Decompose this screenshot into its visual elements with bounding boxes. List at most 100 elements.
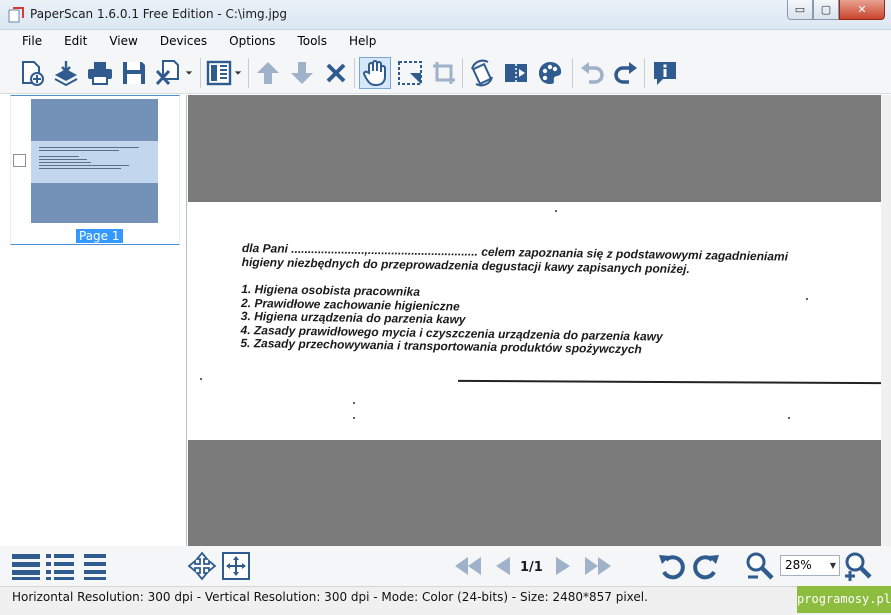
document-viewer[interactable]: dla Pani ......................,........… [188,95,881,546]
page-thumbnail[interactable] [31,99,158,223]
menu-tools[interactable]: Tools [286,30,338,52]
thumbnail-text-line [39,165,129,166]
close-button[interactable]: ✕ [839,0,885,20]
import-icon [54,61,78,87]
minimize-button[interactable]: ▭ [787,0,813,20]
last-page-button[interactable] [582,550,614,582]
close-document-button[interactable] [152,57,184,89]
toolbar [0,52,891,94]
rotate-icon [471,59,493,87]
window-title: PaperScan 1.6.0.1 Free Edition - C:\img.… [30,7,288,21]
list-icon [12,554,40,580]
selection-icon [398,61,422,85]
info-button[interactable] [649,57,681,89]
print-icon [88,62,112,85]
thumbnail-panel: Page 1 [0,95,187,546]
chevron-down-icon [185,71,193,75]
close-document-dropdown[interactable] [182,57,196,89]
menu-devices[interactable]: Devices [149,30,218,52]
zoom-value: 28% [785,558,812,572]
menu-help[interactable]: Help [338,30,387,52]
delete-button[interactable] [320,57,352,89]
vertical-scrollbar[interactable] [881,95,891,546]
import-button[interactable] [50,57,82,89]
maximize-button[interactable]: ▢ [813,0,839,20]
toolbar-separator [462,58,463,88]
scan-speck [806,298,808,300]
rotate-left-icon [659,555,685,580]
new-document-button[interactable] [16,57,48,89]
filter-button[interactable] [500,57,532,89]
fit-page-icon [222,552,250,580]
scan-speck [353,417,355,419]
menu-bar: File Edit View Devices Options Tools Hel… [0,30,891,52]
rotate-right-icon [693,555,719,580]
move-down-button[interactable] [286,57,318,89]
previous-page-icon [496,557,510,575]
first-page-icon [455,557,481,575]
filter-icon [505,64,527,82]
thumbnail-label: Page 1 [76,229,123,243]
previous-page-button[interactable] [486,550,518,582]
hand-tool-button[interactable] [359,57,391,89]
selection-button[interactable] [394,57,426,89]
hand-tool-icon [363,60,386,86]
status-bar: Horizontal Resolution: 300 dpi - Vertica… [0,586,891,615]
delete-icon [326,63,346,83]
zoom-in-button[interactable] [842,550,874,582]
move-up-button[interactable] [252,57,284,89]
thumbnail-checkbox[interactable] [13,154,26,167]
toolbar-separator [354,58,355,88]
zoom-out-button[interactable] [744,550,776,582]
move-down-icon [291,62,313,84]
menu-view[interactable]: View [98,30,148,52]
move-icon [187,551,217,581]
undo-button[interactable] [576,57,608,89]
undo-icon [581,62,604,84]
zoom-out-icon [746,552,774,580]
page-indicator: 1/1 [520,560,543,575]
scanned-page[interactable]: dla Pani ......................,........… [188,202,881,440]
next-page-button[interactable] [548,550,580,582]
first-page-button[interactable] [452,550,484,582]
toolbar-separator [248,58,249,88]
app-icon [8,7,24,23]
thumbnail-text-line [39,162,91,163]
status-text: Horizontal Resolution: 300 dpi - Vertica… [12,590,648,604]
pan-button[interactable] [186,550,218,582]
chevron-down-icon [234,71,242,75]
toolbar-separator [644,58,645,88]
info-icon [654,62,676,85]
view-list-detail-button[interactable] [44,550,76,582]
scan-speck [200,378,202,380]
save-button[interactable] [118,57,150,89]
rotate-right-button[interactable] [690,550,722,582]
rotate-left-button[interactable] [656,550,688,582]
crop-button[interactable] [428,57,460,89]
save-icon [123,62,145,84]
color-palette-button[interactable] [534,57,566,89]
view-list-compact-button[interactable] [78,550,110,582]
next-page-icon [556,557,570,575]
thumbnail-page-band [31,141,158,183]
scan-speck [353,402,355,404]
detail-list-icon [46,554,74,580]
menu-edit[interactable]: Edit [53,30,98,52]
new-document-icon [22,61,44,86]
bottom-bar: 1/1 28% ▼ [0,546,891,586]
thumbnail-text-line [39,150,119,151]
rotate-button[interactable] [466,57,498,89]
thumbnail-text-line [39,168,121,169]
menu-options[interactable]: Options [218,30,286,52]
view-list-large-button[interactable] [10,550,42,582]
fit-page-button[interactable] [220,550,252,582]
close-icon: ✕ [857,3,867,16]
zoom-select[interactable]: 28% ▼ [780,555,840,576]
window-controls: ▭ ▢ ✕ [787,0,885,20]
print-button[interactable] [84,57,116,89]
redo-button[interactable] [610,57,642,89]
menu-file[interactable]: File [0,30,53,52]
title-bar: PaperScan 1.6.0.1 Free Edition - C:\img.… [0,0,891,30]
layout-dropdown[interactable] [232,57,244,89]
move-up-icon [257,62,279,84]
